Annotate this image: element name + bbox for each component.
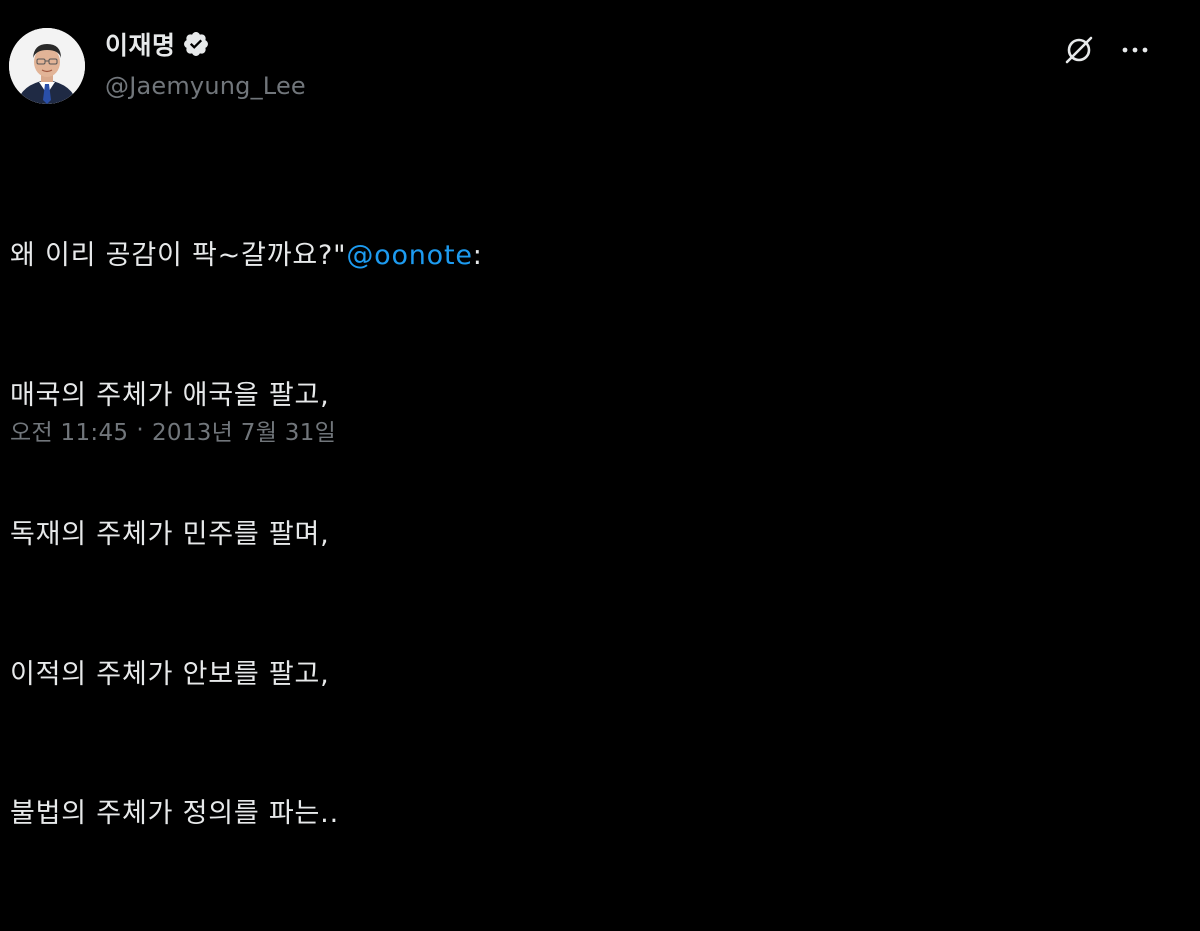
avatar[interactable] — [9, 28, 85, 104]
tweet: 이재명 @Jaemyung_Lee 왜 이리 공감이 팍~갈까요?"@oonot… — [0, 0, 1200, 829]
tweet-line-5: 불법의 주체가 정의를 파는.. — [10, 798, 339, 829]
author-name-row: 이재명 — [105, 26, 210, 62]
more-icon — [1122, 47, 1148, 53]
tweet-line-4: 이적의 주체가 안보를 팔고, — [10, 658, 330, 690]
tweet-line-1: 왜 이리 공감이 팍~갈까요?"@oonote: — [10, 233, 483, 280]
more-options-button[interactable] — [1115, 30, 1155, 70]
verified-badge-icon[interactable] — [182, 30, 210, 58]
tweet-line-1-text: 왜 이리 공감이 팍~갈까요?" — [10, 240, 347, 271]
grok-button[interactable] — [1059, 30, 1099, 70]
tweet-time: 오전 11:45 — [10, 420, 129, 446]
meta-separator: · — [136, 417, 144, 443]
author-display-name[interactable]: 이재명 — [105, 26, 176, 62]
tweet-date: 2013년 7월 31일 — [151, 420, 337, 446]
tweet-timestamp[interactable]: 오전 11:45 · 2013년 7월 31일 — [10, 413, 336, 447]
tweet-line-1-suffix: : — [472, 240, 483, 271]
author-handle[interactable]: @Jaemyung_Lee — [105, 72, 306, 100]
tweet-line-3: 독재의 주체가 민주를 팔며, — [10, 519, 330, 550]
tweet-text: 왜 이리 공감이 팍~갈까요?"@oonote: 매국의 주체가 애국을 팔고,… — [10, 140, 483, 931]
mention-link[interactable]: @oonote — [346, 240, 472, 271]
grok-icon — [1065, 36, 1093, 64]
